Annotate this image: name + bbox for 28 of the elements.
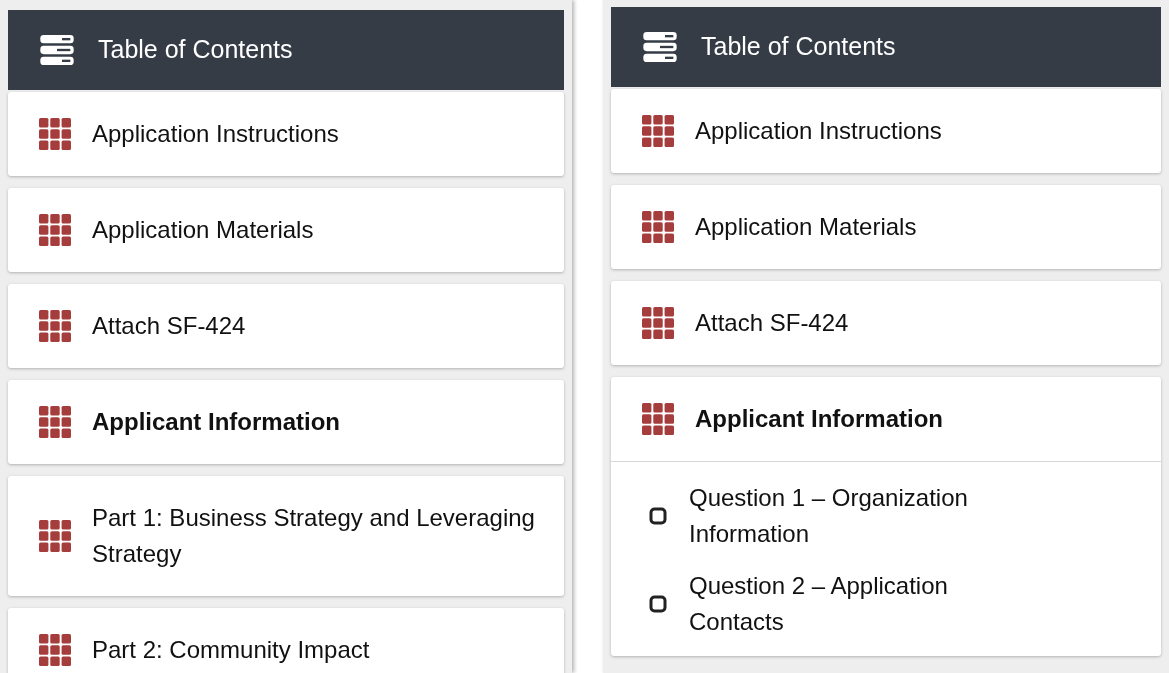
grid-icon [38, 118, 72, 150]
toc-item[interactable]: Application Materials [8, 188, 564, 272]
toc-item[interactable]: Part 1: Business Strategy and Leveraging Strategy [8, 476, 564, 596]
toc-item[interactable]: Applicant Information [611, 377, 1161, 462]
square-outline-icon [649, 595, 667, 613]
panel-title: Table of Contents [98, 34, 293, 66]
toc-item[interactable]: Attach SF-424 [8, 284, 564, 368]
grid-icon [38, 310, 72, 342]
toc-item[interactable]: Application Instructions [8, 92, 564, 176]
toc-item[interactable]: Applicant Information [8, 380, 564, 464]
grid-icon [38, 406, 72, 438]
toc-subitem[interactable]: Question 2 – Application Contacts [611, 568, 1161, 640]
square-outline-icon [649, 507, 667, 525]
grid-icon [641, 403, 675, 435]
grid-icon [641, 211, 675, 243]
grid-icon [38, 634, 72, 666]
list-icon [40, 35, 74, 65]
list-icon [643, 32, 677, 62]
toc-item[interactable]: Attach SF-424 [611, 281, 1161, 365]
grid-icon [38, 520, 72, 552]
grid-icon [641, 115, 675, 147]
grid-icon [641, 307, 675, 339]
toc-item[interactable]: Part 2: Community Impact [8, 608, 564, 673]
toc-subitem[interactable]: Question 1 – Organization Information [611, 480, 1161, 552]
toc-item[interactable]: Application Instructions [611, 89, 1161, 173]
panel-title: Table of Contents [701, 31, 896, 63]
toc-item[interactable]: Application Materials [611, 185, 1161, 269]
grid-icon [38, 214, 72, 246]
